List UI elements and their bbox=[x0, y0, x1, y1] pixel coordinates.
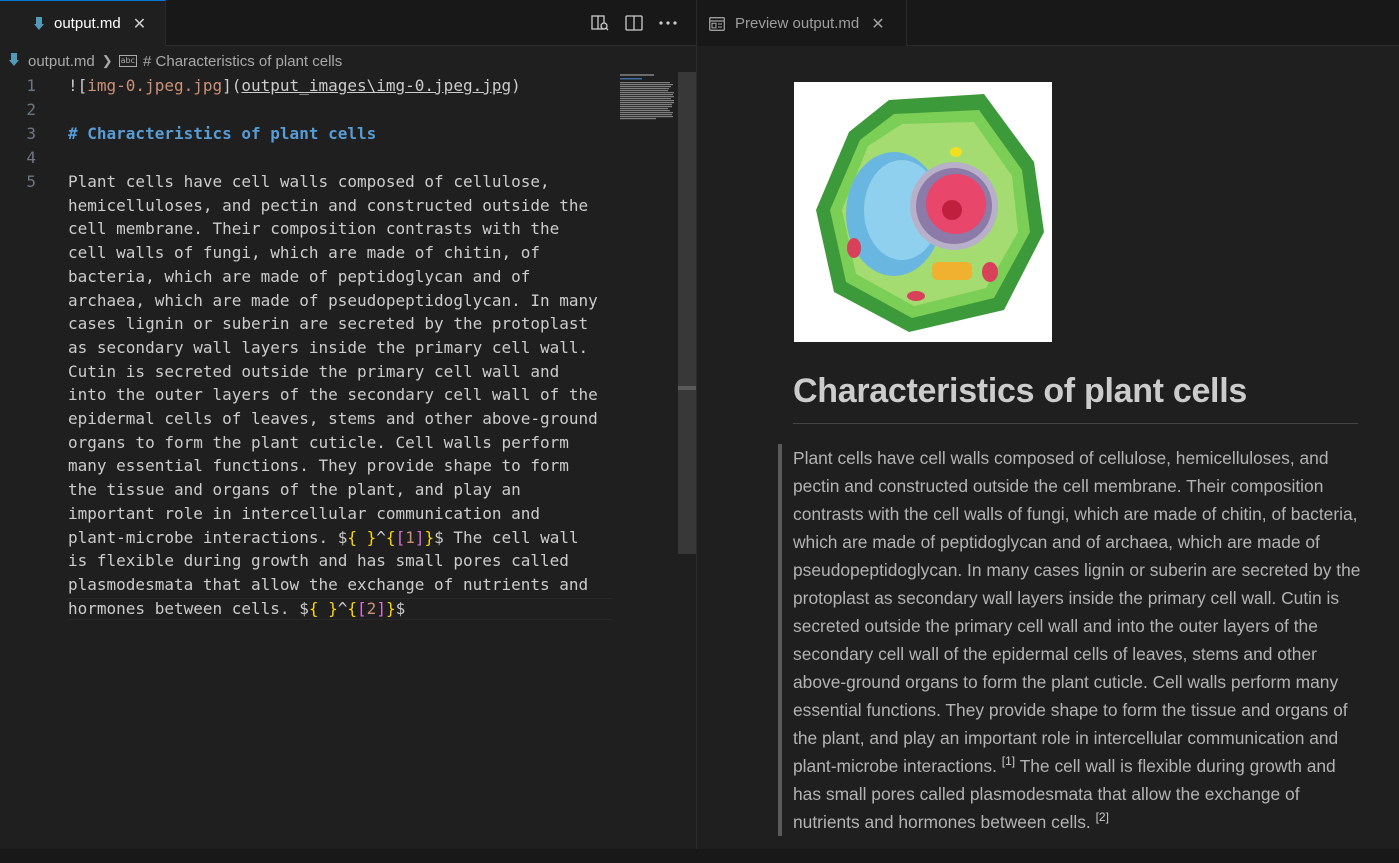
preview-heading: Characteristics of plant cells bbox=[793, 372, 1247, 410]
editor-wrapped-line: cell walls of fungi, which are made of c… bbox=[0, 241, 680, 265]
code-editor[interactable]: 1 ![img-0.jpeg.jpg](output_images\img-0.… bbox=[0, 74, 680, 849]
line-content: epidermal cells of leaves, stems and oth… bbox=[68, 409, 598, 428]
minimap[interactable] bbox=[618, 72, 676, 124]
preview-group: Preview output.md ✕ Characteristics of p… bbox=[697, 0, 1399, 849]
md-image-open: ![ bbox=[68, 76, 88, 95]
line-number: 1 bbox=[26, 76, 36, 95]
editor-wrapped-line: Plant cells have cell walls composed of … bbox=[0, 170, 680, 194]
editor-wrapped-line: the tissue and organs of the plant, and … bbox=[0, 478, 680, 502]
editor-wrapped-line: bacteria, which are made of peptidoglyca… bbox=[0, 265, 680, 289]
editor-wrapped-line: cases lignin or suberin are secreted by … bbox=[0, 312, 680, 336]
editor-wrapped-line: many essential functions. They provide s… bbox=[0, 454, 680, 478]
tab-label: output.md bbox=[54, 15, 121, 32]
plant-cell-image bbox=[794, 82, 1052, 342]
tab-label: Preview output.md bbox=[735, 14, 860, 32]
footnote-ref-2[interactable]: [2] bbox=[1096, 810, 1109, 824]
md-image-mid: ]( bbox=[222, 76, 242, 95]
line-number: 3 bbox=[26, 124, 36, 143]
line-content: cell membrane. Their composition contras… bbox=[68, 219, 560, 239]
close-icon[interactable]: ✕ bbox=[871, 14, 884, 33]
editor-wrapped-line: hemicelluloses, and pectin and construct… bbox=[0, 194, 680, 218]
current-line-highlight bbox=[68, 598, 612, 620]
line-number: 2 bbox=[26, 100, 36, 119]
open-changes-icon[interactable] bbox=[590, 13, 610, 33]
editor-line: 4 bbox=[0, 146, 680, 170]
md-image-url[interactable]: output_images\img-0.jpeg.jpg bbox=[241, 76, 511, 95]
line-content: ![img-0.jpeg.jpg](output_images\img-0.jp… bbox=[68, 74, 521, 98]
editor-line: 3 # Characteristics of plant cells bbox=[0, 122, 680, 146]
preview-text-part-a: Plant cells have cell walls composed of … bbox=[793, 448, 1361, 776]
editor-wrapped-line: Cutin is secreted outside the primary ce… bbox=[0, 360, 680, 384]
breadcrumb-symbol[interactable]: # Characteristics of plant cells bbox=[143, 53, 342, 70]
editor-wrapped-line: archaea, which are made of pseudopeptido… bbox=[0, 289, 680, 313]
editor-wrapped-line: plant-microbe interactions. ${ }^{[1]}$ … bbox=[0, 526, 680, 550]
editor-wrapped-line: as secondary wall layers inside the prim… bbox=[0, 336, 680, 360]
editor-actions bbox=[590, 0, 678, 46]
editor-wrapped-line: is flexible during growth and has small … bbox=[0, 549, 680, 573]
preview-tabbar: Preview output.md ✕ bbox=[697, 0, 1399, 46]
status-bar bbox=[0, 849, 1399, 863]
line-content: bacteria, which are made of peptidoglyca… bbox=[68, 266, 531, 286]
editor-wrapped-line: important role in intercellular communic… bbox=[0, 502, 680, 526]
more-actions-icon[interactable] bbox=[658, 13, 678, 33]
editor-line: 2 bbox=[0, 98, 680, 122]
blockquote-bar bbox=[778, 444, 782, 836]
breadcrumb: output.md ❯ abc # Characteristics of pla… bbox=[0, 50, 342, 72]
editor-wrapped-line: into the outer layers of the secondary c… bbox=[0, 383, 680, 407]
line-content: as secondary wall layers inside the prim… bbox=[68, 337, 589, 357]
heading-rule bbox=[793, 423, 1358, 424]
chevron-right-icon: ❯ bbox=[101, 53, 113, 68]
editor-line: 1 ![img-0.jpeg.jpg](output_images\img-0.… bbox=[0, 74, 680, 98]
preview-paragraph: Plant cells have cell walls composed of … bbox=[793, 444, 1363, 836]
editor-wrapped-line: plasmodesmata that allow the exchange of… bbox=[0, 573, 680, 597]
line-content: Cutin is secreted outside the primary ce… bbox=[68, 361, 560, 381]
footnote-ref-1[interactable]: [1] bbox=[1002, 754, 1015, 768]
md-heading: # Characteristics of plant cells bbox=[68, 124, 377, 143]
symbol-string-icon: abc bbox=[118, 55, 138, 67]
vertical-scrollbar[interactable] bbox=[678, 72, 696, 554]
md-image-alt: img-0.jpeg.jpg bbox=[87, 76, 223, 95]
line-content: into the outer layers of the secondary c… bbox=[68, 385, 598, 405]
editor-wrapped-line: epidermal cells of leaves, stems and oth… bbox=[0, 407, 680, 431]
breadcrumb-file[interactable]: output.md bbox=[28, 53, 95, 70]
split-editor-icon[interactable] bbox=[624, 13, 644, 33]
tab-output-md[interactable]: output.md ✕ bbox=[0, 0, 166, 46]
line-content: is flexible during growth and has small … bbox=[68, 551, 569, 571]
line-content: Plant cells have cell walls composed of … bbox=[68, 172, 550, 191]
editor-wrapped-line: organs to form the plant cuticle. Cell w… bbox=[0, 431, 680, 455]
line-content: cases lignin or suberin are secreted by … bbox=[68, 314, 589, 334]
editor-wrapped-line: cell membrane. Their composition contras… bbox=[0, 217, 680, 241]
markdown-file-icon bbox=[34, 17, 44, 30]
close-icon[interactable]: ✕ bbox=[133, 14, 146, 33]
tab-preview-output-md[interactable]: Preview output.md ✕ bbox=[697, 0, 907, 46]
line-content: many essential functions. They provide s… bbox=[68, 456, 569, 476]
line-content: plant-microbe interactions. ${ }^{[1]}$ … bbox=[68, 527, 579, 547]
editor-group: output.md ✕ output.md ❯ abc # Characteri… bbox=[0, 0, 696, 849]
line-content: cell walls of fungi, which are made of c… bbox=[68, 243, 541, 263]
markdown-file-icon bbox=[9, 52, 19, 70]
line-number: 4 bbox=[26, 148, 36, 167]
md-image-close: ) bbox=[511, 76, 521, 95]
scrollbar-marker bbox=[678, 386, 696, 390]
line-content: organs to form the plant cuticle. Cell w… bbox=[68, 432, 569, 452]
line-content: hemicelluloses, and pectin and construct… bbox=[68, 195, 589, 215]
line-content: plasmodesmata that allow the exchange of… bbox=[68, 574, 589, 594]
line-content: important role in intercellular communic… bbox=[68, 503, 541, 523]
line-content: archaea, which are made of pseudopeptido… bbox=[68, 290, 598, 310]
preview-icon bbox=[709, 16, 725, 31]
editor-tabbar: output.md ✕ bbox=[0, 0, 696, 46]
line-content: the tissue and organs of the plant, and … bbox=[68, 480, 521, 500]
